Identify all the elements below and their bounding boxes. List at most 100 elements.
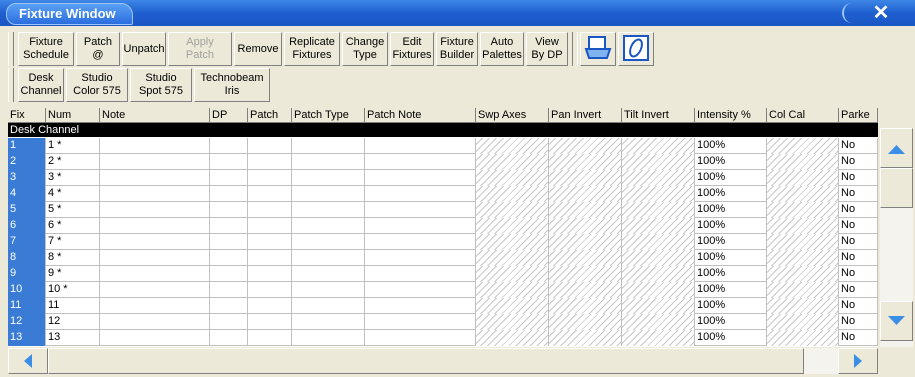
table-cell[interactable] xyxy=(549,202,622,218)
table-row[interactable]: 22 * 100% No xyxy=(8,154,878,170)
table-cell[interactable] xyxy=(476,218,549,234)
table-cell[interactable] xyxy=(549,282,622,298)
table-cell[interactable] xyxy=(100,202,210,218)
table-cell[interactable]: 100% xyxy=(695,314,767,330)
table-cell[interactable] xyxy=(210,314,248,330)
table-cell[interactable]: 11 xyxy=(8,298,46,314)
table-cell[interactable] xyxy=(100,250,210,266)
table-cell[interactable] xyxy=(365,170,476,186)
table-cell[interactable]: No xyxy=(839,154,878,170)
table-cell[interactable] xyxy=(292,250,365,266)
table-cell[interactable]: 100% xyxy=(695,266,767,282)
table-cell[interactable] xyxy=(210,234,248,250)
table-cell[interactable] xyxy=(100,170,210,186)
table-cell[interactable] xyxy=(549,266,622,282)
table-cell[interactable] xyxy=(476,234,549,250)
table-cell[interactable] xyxy=(622,330,695,346)
table-cell[interactable]: 1 xyxy=(8,138,46,154)
table-cell[interactable] xyxy=(248,266,292,282)
table-cell[interactable] xyxy=(100,298,210,314)
table-cell[interactable] xyxy=(210,282,248,298)
table-cell[interactable] xyxy=(210,154,248,170)
table-cell[interactable] xyxy=(549,314,622,330)
table-cell[interactable] xyxy=(292,138,365,154)
table-cell[interactable] xyxy=(622,298,695,314)
table-cell[interactable] xyxy=(210,218,248,234)
table-row[interactable]: 11 * 100% No xyxy=(8,138,878,154)
table-cell[interactable]: 12 xyxy=(8,314,46,330)
table-cell[interactable]: 100% xyxy=(695,298,767,314)
table-cell[interactable]: 6 xyxy=(8,218,46,234)
table-cell[interactable] xyxy=(210,138,248,154)
table-cell[interactable]: 9 xyxy=(8,266,46,282)
table-row[interactable]: 77 * 100% No xyxy=(8,234,878,250)
table-cell[interactable] xyxy=(365,154,476,170)
table-cell[interactable] xyxy=(248,282,292,298)
table-cell[interactable] xyxy=(549,330,622,346)
table-cell[interactable]: 100% xyxy=(695,250,767,266)
table-cell[interactable] xyxy=(476,202,549,218)
table-cell[interactable]: 100% xyxy=(695,282,767,298)
table-cell[interactable]: No xyxy=(839,266,878,282)
table-cell[interactable] xyxy=(210,186,248,202)
table-cell[interactable]: 8 xyxy=(8,250,46,266)
table-cell[interactable] xyxy=(100,282,210,298)
column-header-1[interactable]: Num xyxy=(46,108,100,122)
scroll-thumb[interactable] xyxy=(880,168,913,208)
table-cell[interactable] xyxy=(622,234,695,250)
table-cell[interactable]: No xyxy=(839,314,878,330)
table-row[interactable]: 33 * 100% No xyxy=(8,170,878,186)
table-cell[interactable] xyxy=(292,170,365,186)
table-cell[interactable]: No xyxy=(839,282,878,298)
column-header-12[interactable]: Parke xyxy=(839,108,878,122)
table-cell[interactable]: No xyxy=(839,330,878,346)
table-cell[interactable]: 13 xyxy=(8,330,46,346)
vertical-scrollbar[interactable] xyxy=(880,128,913,347)
notepad-button[interactable] xyxy=(618,32,654,66)
table-cell[interactable] xyxy=(248,314,292,330)
table-cell[interactable]: 100% xyxy=(695,138,767,154)
table-cell[interactable] xyxy=(622,314,695,330)
table-cell[interactable]: No xyxy=(839,250,878,266)
table-cell[interactable] xyxy=(365,330,476,346)
table-cell[interactable] xyxy=(292,266,365,282)
table-cell[interactable] xyxy=(622,154,695,170)
scroll-up-button[interactable] xyxy=(880,128,913,168)
table-cell[interactable] xyxy=(476,298,549,314)
column-header-2[interactable]: Note xyxy=(100,108,210,122)
table-cell[interactable] xyxy=(365,250,476,266)
toolbar-button-1[interactable]: Patch @ xyxy=(76,32,120,66)
table-cell[interactable] xyxy=(292,330,365,346)
table-cell[interactable] xyxy=(476,330,549,346)
table-cell[interactable] xyxy=(767,330,839,346)
table-cell[interactable]: 3 xyxy=(8,170,46,186)
table-cell[interactable]: 100% xyxy=(695,330,767,346)
table-cell[interactable]: 100% xyxy=(695,202,767,218)
table-cell[interactable] xyxy=(248,250,292,266)
table-cell[interactable] xyxy=(767,170,839,186)
table-cell[interactable]: 7 * xyxy=(46,234,100,250)
table-cell[interactable] xyxy=(292,218,365,234)
table-cell[interactable] xyxy=(100,138,210,154)
scroll-down-button[interactable] xyxy=(880,301,913,341)
table-cell[interactable] xyxy=(549,138,622,154)
table-cell[interactable] xyxy=(476,266,549,282)
table-cell[interactable] xyxy=(767,266,839,282)
table-cell[interactable] xyxy=(292,186,365,202)
toolbar-button-10[interactable]: View By DP xyxy=(526,32,568,66)
table-row[interactable]: 12 12 100% No xyxy=(8,314,878,330)
table-cell[interactable] xyxy=(210,202,248,218)
horizontal-scrollbar[interactable] xyxy=(8,348,878,374)
toolbar-button-2[interactable]: Unpatch xyxy=(122,32,166,66)
table-cell[interactable]: 100% xyxy=(695,218,767,234)
table-cell[interactable]: 8 * xyxy=(46,250,100,266)
table-cell[interactable] xyxy=(365,234,476,250)
toolbar-button-9[interactable]: Auto Palettes xyxy=(480,32,524,66)
table-cell[interactable]: 100% xyxy=(695,234,767,250)
table-cell[interactable] xyxy=(248,298,292,314)
table-cell[interactable] xyxy=(365,138,476,154)
toolbar-button-8[interactable]: Fixture Builder xyxy=(436,32,478,66)
table-cell[interactable] xyxy=(476,154,549,170)
table-row[interactable]: 99 * 100% No xyxy=(8,266,878,282)
table-cell[interactable] xyxy=(549,218,622,234)
